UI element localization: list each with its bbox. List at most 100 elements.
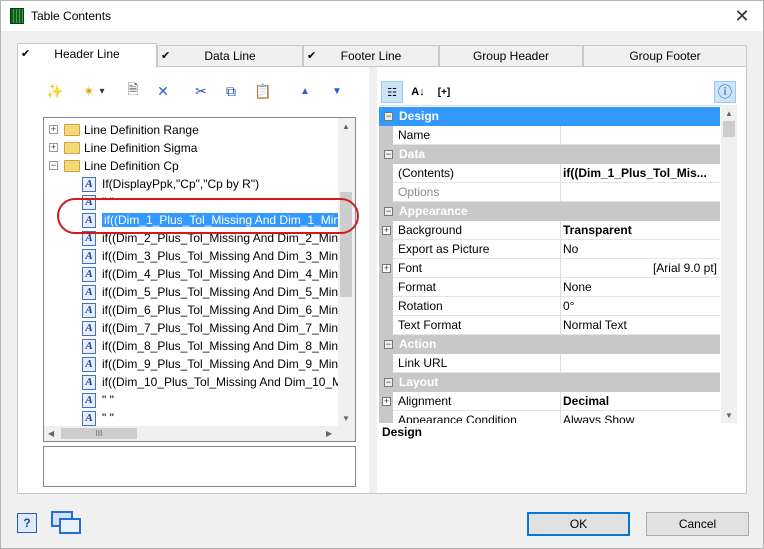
property-category[interactable]: − Design	[379, 107, 720, 126]
tree-item-node[interactable]: Aif((Dim_2_Plus_Tol_Missing And Dim_2_Mi…	[44, 229, 345, 247]
tree-item-node[interactable]: Aif((Dim_7_Plus_Tol_Missing And Dim_7_Mi…	[44, 319, 345, 337]
property-row[interactable]: Text Format Normal Text	[379, 316, 720, 335]
collapse-icon[interactable]: −	[384, 207, 393, 216]
property-value[interactable]	[561, 183, 720, 202]
property-row[interactable]: Rotation 0°	[379, 297, 720, 316]
tree-folder-node[interactable]: − Line Definition Cp	[44, 157, 179, 175]
property-category[interactable]: − Action	[379, 335, 720, 354]
tab-footer-line[interactable]: ✔ Footer Line	[303, 45, 439, 67]
property-grid[interactable]: − Design Name − Data (Contents) if((Dim_1_Plus…	[379, 105, 737, 423]
scroll-right-icon[interactable]: ▶	[326, 429, 332, 438]
property-value[interactable]: [Arial 9.0 pt]	[561, 259, 720, 278]
property-row[interactable]: Link URL	[379, 354, 720, 373]
move-up-icon[interactable]: ▲	[295, 81, 315, 101]
property-value[interactable]: No	[561, 240, 720, 259]
categorized-view-icon[interactable]: ☷	[381, 81, 403, 103]
tree-item-node[interactable]: Aif((Dim_10_Plus_Tol_Missing And Dim_10_…	[44, 373, 342, 391]
property-value[interactable]: None	[561, 278, 720, 297]
expand-icon[interactable]: +	[49, 125, 58, 134]
tree-item-node[interactable]: A If(DisplayPpk,"Cp","Cp by R")	[44, 175, 259, 193]
delete-icon[interactable]: ✕	[153, 81, 173, 101]
property-value[interactable]: Always Show	[561, 411, 720, 423]
property-row[interactable]: Name	[379, 126, 720, 145]
property-value[interactable]: if((Dim_1_Plus_Tol_Mis...	[561, 164, 720, 183]
expand-icon[interactable]: +	[382, 264, 391, 273]
copy-icon[interactable]: ⧉	[221, 81, 241, 101]
formula-icon[interactable]: [+]	[433, 81, 455, 103]
cancel-button[interactable]: Cancel	[646, 512, 749, 536]
property-category[interactable]: − Layout	[379, 373, 720, 392]
tree-folder-node[interactable]: + Line Definition Sigma	[44, 139, 197, 157]
tree-item-node[interactable]: Aif((Dim_9_Plus_Tol_Missing And Dim_9_Mi…	[44, 355, 345, 373]
tab-header-line[interactable]: ✔ Header Line	[17, 43, 157, 68]
tree-item-node[interactable]: Aif((Dim_1_Plus_Tol_Missing And Dim_1_Mi…	[44, 211, 349, 229]
property-category[interactable]: − Data	[379, 145, 720, 164]
new-line-icon[interactable]: ✴	[79, 81, 99, 101]
folder-icon	[64, 124, 80, 136]
tree-folder-node[interactable]: + Line Definition Range	[44, 121, 199, 139]
windows-icon[interactable]	[49, 507, 83, 537]
collapse-icon[interactable]: −	[384, 112, 393, 121]
tree-vertical-scrollbar[interactable]: ▲ ▼	[338, 118, 355, 426]
tree-item-node[interactable]: Aif((Dim_4_Plus_Tol_Missing And Dim_4_Mi…	[44, 265, 345, 283]
paste-icon[interactable]: 📋	[253, 81, 273, 101]
property-category[interactable]: − Appearance	[379, 202, 720, 221]
properties-icon[interactable]: 🗎	[123, 81, 143, 101]
collapse-icon[interactable]: −	[384, 378, 393, 387]
property-grid-scrollbar[interactable]: ▲ ▼	[721, 105, 737, 423]
ok-button[interactable]: OK	[527, 512, 630, 536]
property-row[interactable]: Appearance Condition Always Show	[379, 411, 720, 423]
property-row[interactable]: + Background Transparent	[379, 221, 720, 240]
tree-item-node[interactable]: Aif((Dim_5_Plus_Tol_Missing And Dim_5_Mi…	[44, 283, 345, 301]
close-icon[interactable]: ✕	[731, 5, 753, 27]
collapse-icon[interactable]: −	[384, 340, 393, 349]
property-row[interactable]: (Contents) if((Dim_1_Plus_Tol_Mis...	[379, 164, 720, 183]
property-value[interactable]: Decimal	[561, 392, 720, 411]
scroll-up-icon[interactable]: ▲	[725, 109, 733, 118]
expand-icon[interactable]: +	[382, 397, 391, 406]
tree-hscroll-thumb[interactable]: III	[61, 428, 137, 439]
property-category-label: Data	[399, 147, 426, 161]
tree-horizontal-scrollbar[interactable]: ◀ III ▶	[44, 426, 355, 441]
collapse-icon[interactable]: −	[49, 161, 58, 170]
tab-group-header[interactable]: Group Header	[439, 45, 583, 67]
tree-item-node[interactable]: Aif((Dim_3_Plus_Tol_Missing And Dim_3_Mi…	[44, 247, 345, 265]
property-value[interactable]	[561, 354, 720, 373]
property-value[interactable]: Normal Text	[561, 316, 720, 335]
property-value[interactable]	[561, 126, 720, 145]
expand-icon[interactable]: +	[382, 226, 391, 235]
move-down-icon[interactable]: ▼	[327, 81, 347, 101]
tree-item-node[interactable]: A " "	[44, 391, 114, 409]
tree-item-node[interactable]: A " "	[44, 193, 114, 211]
scroll-up-icon[interactable]: ▲	[342, 122, 350, 131]
property-vscroll-thumb[interactable]	[723, 121, 735, 137]
scroll-left-icon[interactable]: ◀	[48, 429, 54, 438]
tree-vscroll-thumb[interactable]	[340, 192, 352, 297]
tab-group-footer[interactable]: Group Footer	[583, 45, 747, 67]
tree-item-node[interactable]: Aif((Dim_8_Plus_Tol_Missing And Dim_8_Mi…	[44, 337, 345, 355]
line-tree[interactable]: A " " A " " Aif((Dim_10_Plus_Tol_Missing And…	[43, 117, 356, 442]
expand-icon[interactable]: +	[49, 143, 58, 152]
property-row[interactable]: + Font [Arial 9.0 pt]	[379, 259, 720, 278]
help-icon[interactable]: ?	[17, 513, 37, 533]
property-row[interactable]: Options	[379, 183, 720, 202]
panel-splitter[interactable]	[369, 67, 377, 493]
property-row[interactable]: Export as Picture No	[379, 240, 720, 259]
cut-icon[interactable]: ✂	[191, 81, 211, 101]
property-row[interactable]: Format None	[379, 278, 720, 297]
scroll-down-icon[interactable]: ▼	[342, 414, 350, 423]
property-value[interactable]: Transparent	[561, 221, 720, 240]
scroll-down-icon[interactable]: ▼	[725, 411, 733, 420]
property-value[interactable]: 0°	[561, 297, 720, 316]
property-gutter	[379, 278, 393, 297]
tree-item-node[interactable]: Aif((Dim_6_Plus_Tol_Missing And Dim_6_Mi…	[44, 301, 345, 319]
title-bar[interactable]: Table Contents ✕	[1, 1, 763, 31]
tree-item-node[interactable]: A " "	[44, 409, 114, 427]
tab-data-line[interactable]: ✔ Data Line	[157, 45, 303, 67]
wand-icon[interactable]: ✨	[45, 81, 65, 101]
property-row[interactable]: + Alignment Decimal	[379, 392, 720, 411]
dropdown-icon[interactable]: ▾	[97, 81, 107, 101]
info-icon[interactable]: ⓘ	[714, 81, 736, 103]
sort-alpha-icon[interactable]: A↓	[407, 81, 429, 103]
collapse-icon[interactable]: −	[384, 150, 393, 159]
